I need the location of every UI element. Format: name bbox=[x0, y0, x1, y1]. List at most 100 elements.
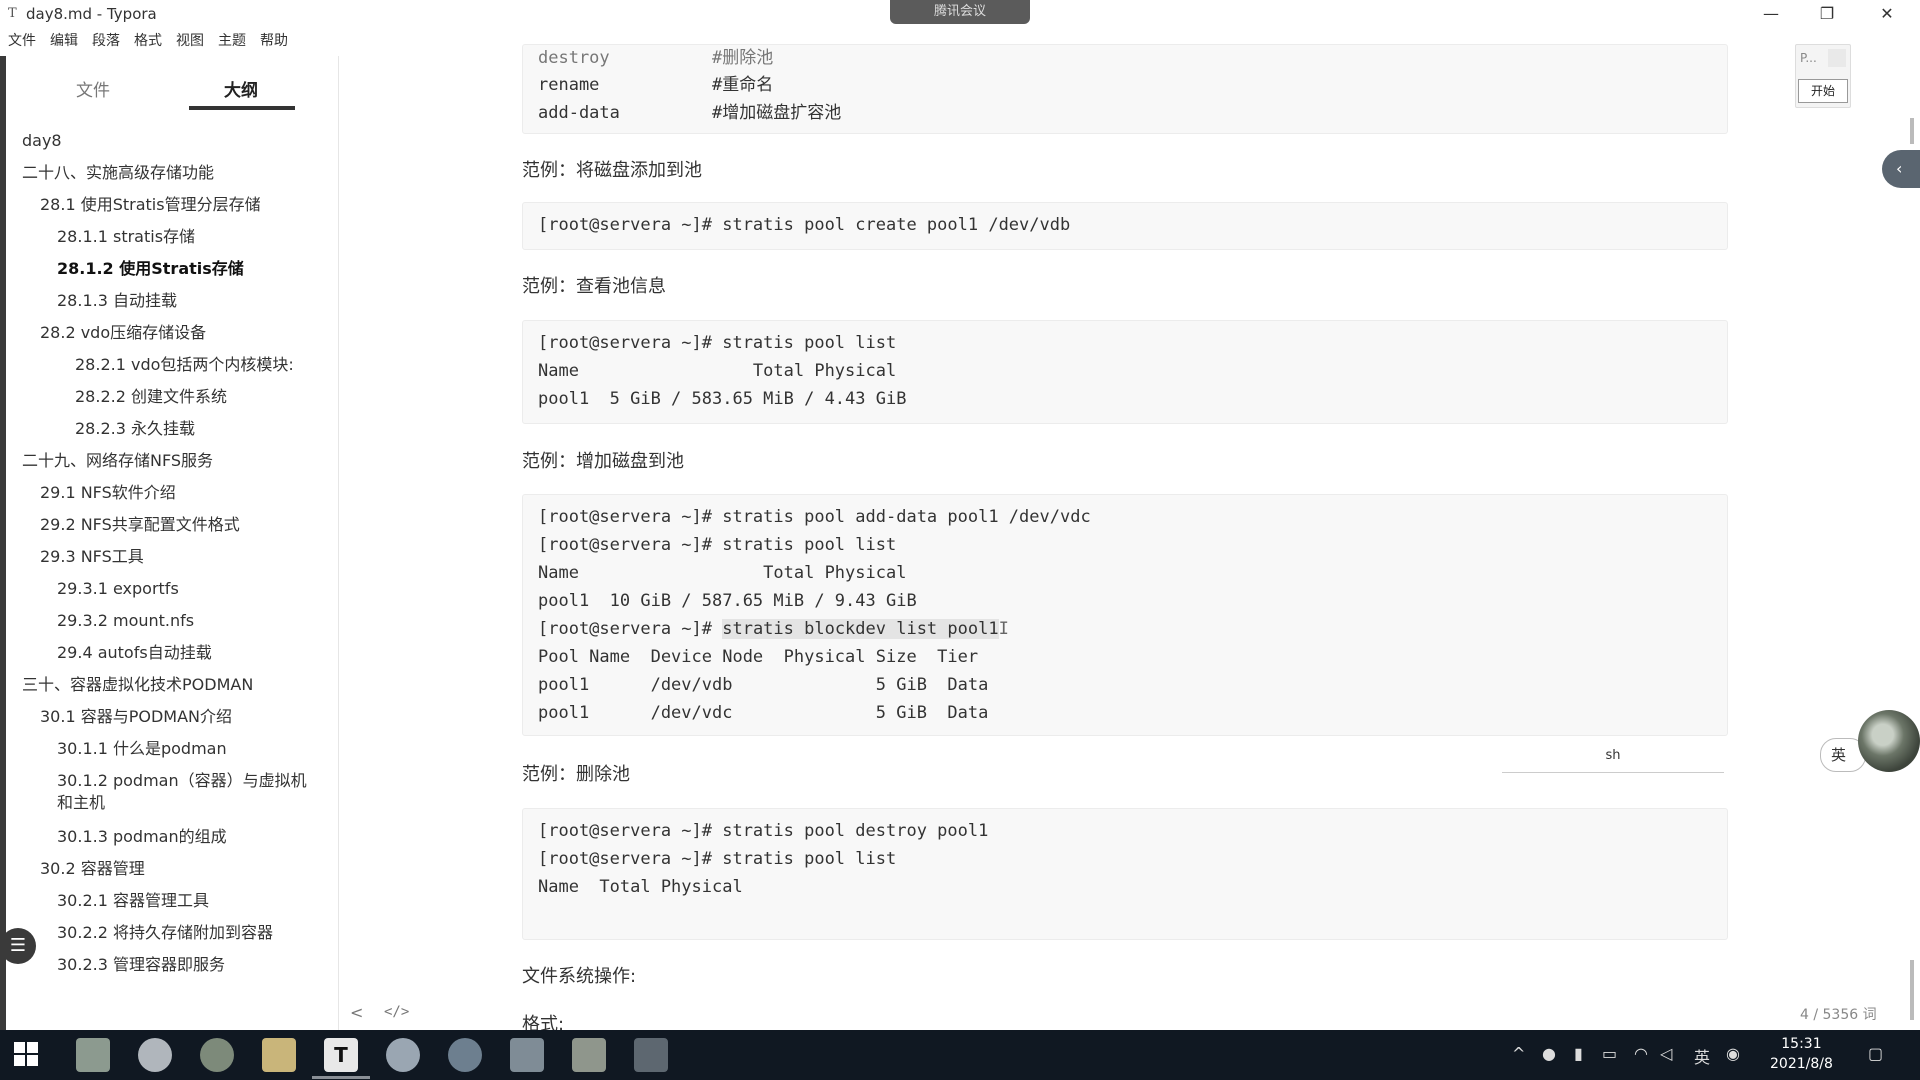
outline-item[interactable]: 30.2.1 容器管理工具 bbox=[57, 891, 209, 911]
wechat-icon[interactable] bbox=[200, 1038, 234, 1072]
clock-time: 15:31 bbox=[1781, 1036, 1822, 1052]
outline-item[interactable]: 29.3.2 mount.nfs bbox=[57, 611, 194, 631]
outline-item[interactable]: 30.1.2 podman（容器）与虚拟机 bbox=[57, 771, 307, 791]
heading-fs-ops: 文件系统操作: bbox=[522, 966, 637, 987]
collapse-icon[interactable]: ‹ bbox=[1882, 150, 1920, 188]
code-line: pool1 5 GiB / 583.65 MiB / 4.43 GiB bbox=[538, 389, 907, 409]
outline-toggle-icon[interactable]: ☰ bbox=[0, 928, 36, 964]
code-line: [root@servera ~]# stratis pool list bbox=[538, 333, 897, 353]
wifi-icon[interactable]: ◠ bbox=[1634, 1044, 1648, 1063]
browser-icon[interactable] bbox=[138, 1038, 172, 1072]
folder-icon[interactable] bbox=[262, 1038, 296, 1072]
meeting-app-icon[interactable] bbox=[448, 1038, 482, 1072]
selected-text[interactable]: stratis blockdev list pool1 bbox=[722, 619, 999, 639]
outline-item[interactable]: 29.4 autofs自动挂载 bbox=[57, 643, 212, 663]
code-block-commands[interactable]: destroy #删除池 rename #重命名 add-data #增加磁盘扩… bbox=[522, 44, 1728, 134]
menu-view[interactable]: 视图 bbox=[176, 30, 204, 50]
menu-file[interactable]: 文件 bbox=[8, 30, 36, 50]
code-line: pool1 /dev/vdb 5 GiB Data bbox=[538, 675, 989, 695]
window-title: day8.md - Typora bbox=[26, 5, 157, 23]
outline-item[interactable]: 28.1.3 自动挂载 bbox=[57, 291, 177, 311]
typora-app-icon: T bbox=[8, 6, 17, 21]
outline-item[interactable]: 28.2 vdo压缩存储设备 bbox=[40, 323, 206, 343]
windows-start-icon[interactable] bbox=[12, 1040, 40, 1068]
app-thumbnail-icon[interactable] bbox=[76, 1038, 110, 1072]
outline-item[interactable]: 29.3 NFS工具 bbox=[40, 547, 144, 567]
outline-item-wrap[interactable]: 和主机 bbox=[57, 793, 105, 813]
netease-music-icon[interactable] bbox=[386, 1038, 420, 1072]
code-line: [root@servera ~]# stratis pool add-data … bbox=[538, 507, 1091, 527]
mini-panel-label: P... bbox=[1800, 51, 1817, 65]
menu-paragraph[interactable]: 段落 bbox=[92, 30, 120, 50]
task-view-icon[interactable] bbox=[634, 1038, 668, 1072]
tab-files[interactable]: 文件 bbox=[76, 76, 110, 101]
word-count[interactable]: 4 / 5356 词 bbox=[1800, 1004, 1877, 1024]
menu-edit[interactable]: 编辑 bbox=[50, 30, 78, 50]
outline-item[interactable]: 30.2 容器管理 bbox=[40, 859, 145, 879]
outline-item[interactable]: 28.2.2 创建文件系统 bbox=[75, 387, 227, 407]
outline-item[interactable]: 二十八、实施高级存储功能 bbox=[22, 163, 214, 183]
code-line: [root@servera ~]# stratis pool list bbox=[538, 535, 897, 555]
code-language-input[interactable]: sh bbox=[1502, 744, 1724, 773]
sidebar: 文件 大纲 day8 二十八、实施高级存储功能 28.1 使用Stratis管理… bbox=[6, 56, 339, 1030]
ime-indicator[interactable]: 英 bbox=[1694, 1044, 1710, 1068]
scrollbar-thumb[interactable] bbox=[1910, 960, 1914, 1020]
taskbar: T ^ ● ▮ ▭ ◠ ◁ 英 ◉ 15:31 2021/8/8 ▢ bbox=[0, 1030, 1920, 1080]
photos-icon[interactable] bbox=[510, 1038, 544, 1072]
battery-icon[interactable]: ▭ bbox=[1602, 1044, 1617, 1063]
code-line: pool1 10 GiB / 587.65 MiB / 9.43 GiB bbox=[538, 591, 917, 611]
outline-item[interactable]: 30.1.1 什么是podman bbox=[57, 739, 227, 759]
minimize-button[interactable]: — bbox=[1748, 2, 1794, 26]
active-tab-indicator bbox=[189, 106, 295, 110]
menu-help[interactable]: 帮助 bbox=[260, 30, 288, 50]
outline-item[interactable]: 30.1 容器与PODMAN介绍 bbox=[40, 707, 232, 727]
restore-button[interactable]: ❐ bbox=[1804, 2, 1850, 26]
outline-item[interactable]: 28.2.1 vdo包括两个内核模块: bbox=[75, 355, 294, 375]
outline-item[interactable]: 三十、容器虚拟化技术PODMAN bbox=[22, 675, 253, 695]
heading-add-disk: 范例：将磁盘添加到池 bbox=[522, 160, 702, 181]
code-line: [root@servera ~]# stratis pool destroy p… bbox=[538, 821, 989, 841]
clock[interactable]: 15:31 2021/8/8 bbox=[1770, 1034, 1833, 1074]
window-thumbnail-icon[interactable] bbox=[572, 1038, 606, 1072]
heading-pool-info: 范例：查看池信息 bbox=[522, 276, 666, 297]
outline-item[interactable]: 29.3.1 exportfs bbox=[57, 579, 179, 599]
code-block-destroy[interactable]: [root@servera ~]# stratis pool destroy p… bbox=[522, 808, 1728, 940]
code-line: rename #重命名 bbox=[538, 75, 774, 95]
back-icon[interactable]: < bbox=[350, 1003, 363, 1022]
close-button[interactable]: ✕ bbox=[1864, 2, 1910, 26]
code-block-list[interactable]: [root@servera ~]# stratis pool list Name… bbox=[522, 320, 1728, 424]
camera-icon[interactable]: ● bbox=[1542, 1044, 1556, 1063]
code-line: Name Total Physical bbox=[538, 877, 743, 897]
source-mode-icon[interactable]: </> bbox=[384, 1004, 409, 1020]
code-block-add-data[interactable]: [root@servera ~]# stratis pool add-data … bbox=[522, 494, 1728, 736]
code-block-create[interactable]: [root@servera ~]# stratis pool create po… bbox=[522, 202, 1728, 250]
tab-outline[interactable]: 大纲 bbox=[224, 76, 258, 101]
avatar[interactable] bbox=[1858, 710, 1920, 772]
outline-item[interactable]: 30.1.3 podman的组成 bbox=[57, 827, 227, 847]
typora-icon[interactable]: T bbox=[324, 1038, 358, 1072]
outline-item[interactable]: 29.2 NFS共享配置文件格式 bbox=[40, 515, 240, 535]
meeting-pill[interactable]: 腾讯会议 bbox=[890, 0, 1030, 24]
outline-item-active[interactable]: 28.1.2 使用Stratis存储 bbox=[57, 259, 244, 279]
code-line: Name Total Physical bbox=[538, 361, 897, 381]
outline-item[interactable]: 28.1 使用Stratis管理分层存储 bbox=[40, 195, 261, 215]
outline-item[interactable]: 28.1.1 stratis存储 bbox=[57, 227, 195, 247]
start-button[interactable]: 开始 bbox=[1798, 79, 1848, 103]
volume-icon[interactable]: ◁ bbox=[1660, 1044, 1672, 1063]
outline-item[interactable]: 29.1 NFS软件介绍 bbox=[40, 483, 176, 503]
menu-format[interactable]: 格式 bbox=[134, 30, 162, 50]
outline-item[interactable]: 30.2.3 管理容器即服务 bbox=[57, 955, 225, 975]
outline-item[interactable]: 二十九、网络存储NFS服务 bbox=[22, 451, 213, 471]
microphone-icon[interactable]: ▮ bbox=[1574, 1044, 1583, 1063]
notification-icon[interactable]: ▢ bbox=[1868, 1044, 1883, 1063]
outline-item[interactable]: 30.2.2 将持久存储附加到容器 bbox=[57, 923, 273, 943]
menu-theme[interactable]: 主题 bbox=[218, 30, 246, 50]
qq-icon[interactable]: ◉ bbox=[1726, 1044, 1740, 1063]
scrollbar-thumb-top[interactable] bbox=[1910, 118, 1914, 144]
code-line: add-data #增加磁盘扩容池 bbox=[538, 103, 842, 123]
outline-item[interactable]: 28.2.3 永久挂载 bbox=[75, 419, 195, 439]
code-line: destroy #删除池 bbox=[538, 48, 774, 68]
tray-expand-icon[interactable]: ^ bbox=[1512, 1044, 1525, 1063]
heading-destroy: 范例：删除池 bbox=[522, 764, 630, 785]
outline-item[interactable]: day8 bbox=[22, 131, 62, 151]
